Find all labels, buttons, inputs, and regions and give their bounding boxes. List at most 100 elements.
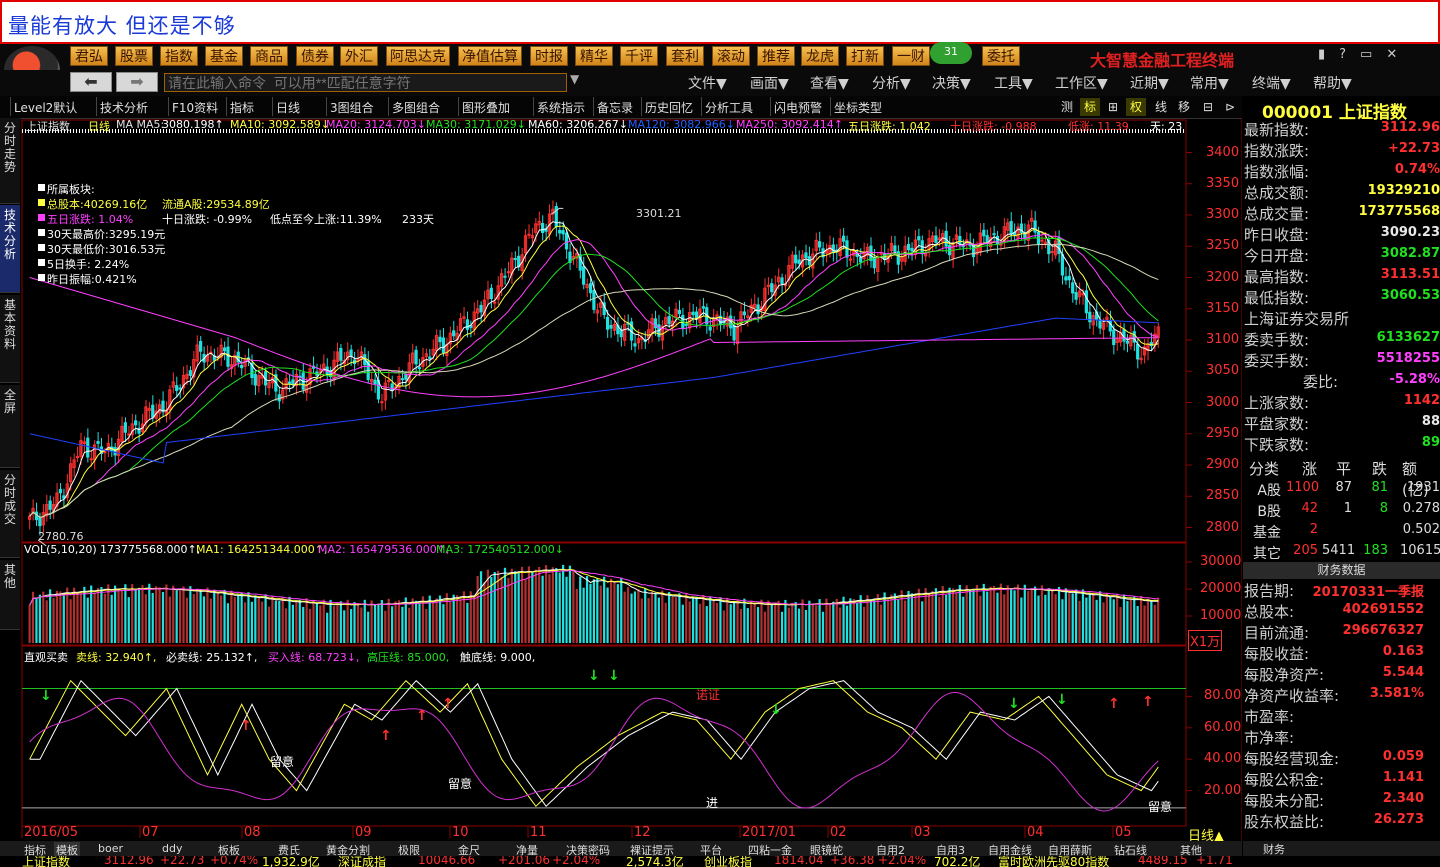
candle bbox=[349, 349, 353, 357]
menu-item[interactable]: 工具▼ bbox=[994, 73, 1033, 93]
command-dropdown-icon[interactable]: ▼ bbox=[570, 72, 579, 86]
chart-tool-button[interactable]: F10资料 bbox=[172, 99, 218, 116]
chart-tool-button[interactable]: 多图组合 bbox=[392, 99, 440, 116]
volume-unit-label[interactable]: X1万 bbox=[1188, 630, 1223, 651]
chart-mode-button[interactable]: ⊞ bbox=[1103, 98, 1123, 116]
volume-bar bbox=[904, 600, 907, 643]
ticker-item[interactable]: 上证指数 bbox=[22, 856, 70, 867]
market-button[interactable]: 一财 bbox=[892, 46, 930, 66]
volume-bar bbox=[1040, 585, 1044, 643]
ticker-item[interactable]: +0.74% bbox=[210, 856, 258, 867]
market-button[interactable]: 时报 bbox=[530, 46, 568, 66]
market-button[interactable]: 净值估算 bbox=[458, 46, 522, 66]
chart-mode-button[interactable]: 标 bbox=[1080, 98, 1100, 116]
ticker-item[interactable]: 1814.04 bbox=[774, 856, 824, 867]
table-cell: 87 bbox=[1335, 480, 1352, 495]
ticker-item[interactable]: 富时欧洲先驱80指数 bbox=[998, 856, 1109, 867]
menu-item[interactable]: 分析▼ bbox=[872, 73, 911, 93]
volume-bar bbox=[284, 608, 288, 643]
menu-item[interactable]: 文件▼ bbox=[688, 73, 727, 93]
menu-item[interactable]: 近期▼ bbox=[1130, 73, 1169, 93]
menu-item[interactable]: 帮助▼ bbox=[1313, 73, 1352, 93]
ticker-item[interactable]: +1.71 bbox=[1196, 856, 1233, 867]
window-controls[interactable]: ▮?▭✕ bbox=[1318, 47, 1411, 62]
forward-arrow-icon[interactable]: ➡ bbox=[116, 72, 158, 92]
ticker-item[interactable]: 2,574.3亿 bbox=[626, 856, 684, 867]
market-button[interactable]: 委托 bbox=[982, 46, 1020, 66]
ticker-item[interactable]: 1,932.9亿 bbox=[262, 856, 320, 867]
menu-item[interactable]: 查看▼ bbox=[810, 73, 849, 93]
market-button[interactable]: 套利 bbox=[666, 46, 704, 66]
quote-row: 最低指数: 3060.53 bbox=[1243, 287, 1440, 308]
chart-tool-button[interactable]: 坐标类型 bbox=[834, 99, 882, 116]
volume-bar bbox=[538, 566, 541, 643]
candle bbox=[708, 326, 712, 331]
volume-bar bbox=[349, 609, 353, 643]
market-button[interactable]: 滚动 bbox=[712, 46, 750, 66]
back-arrow-icon[interactable]: ⬅ bbox=[70, 72, 112, 92]
candle bbox=[605, 316, 610, 330]
chart-tool-button[interactable]: 备忘录 bbox=[597, 99, 633, 116]
chart-mode-button[interactable]: 移 bbox=[1174, 98, 1194, 116]
ticker-item[interactable]: +36.38 bbox=[830, 856, 874, 867]
indicator-tab[interactable]: ddy bbox=[162, 842, 182, 855]
market-button[interactable]: 打新 bbox=[846, 46, 884, 66]
menu-item[interactable]: 工作区▼ bbox=[1055, 73, 1108, 93]
market-button[interactable]: 君弘 bbox=[70, 46, 108, 66]
financial-data-title[interactable]: 财务数据 bbox=[1243, 562, 1440, 579]
menu-item[interactable]: 画面▼ bbox=[750, 73, 789, 93]
notification-badge[interactable]: 31 bbox=[930, 42, 972, 64]
command-input[interactable] bbox=[164, 73, 567, 92]
chart-tool-button[interactable]: 日线 bbox=[276, 99, 300, 116]
market-button[interactable]: 基金 bbox=[205, 46, 243, 66]
volume-bar bbox=[1033, 586, 1037, 643]
right-bottom-tab[interactable]: 财务 bbox=[1263, 841, 1285, 857]
ticker-item[interactable]: 702.2亿 bbox=[934, 856, 980, 867]
ticker-item[interactable]: +2.04% bbox=[552, 856, 600, 867]
ticker-item[interactable]: +201.06 bbox=[498, 856, 550, 867]
chart-tool-button[interactable]: 指标 bbox=[230, 99, 254, 116]
market-button[interactable]: 外汇 bbox=[340, 46, 378, 66]
toolbar-divider bbox=[641, 97, 642, 116]
market-button[interactable]: 阿思达克 bbox=[386, 46, 450, 66]
chart-tool-button[interactable]: 分析工具 bbox=[705, 99, 753, 116]
chart-tool-button[interactable]: 系统指示 bbox=[537, 99, 585, 116]
menu-item[interactable]: 常用▼ bbox=[1190, 73, 1229, 93]
market-button[interactable]: 精华 bbox=[575, 46, 613, 66]
ticker-item[interactable]: +22.73 bbox=[160, 856, 204, 867]
chart-tool-button[interactable]: 历史回忆 bbox=[645, 99, 693, 116]
market-button[interactable]: 指数 bbox=[160, 46, 198, 66]
chart-tool-button[interactable]: 图形叠加 bbox=[462, 99, 510, 116]
date-axis-label: 03 bbox=[914, 825, 931, 840]
menu-item[interactable]: 决策▼ bbox=[932, 73, 971, 93]
ticker-item[interactable]: 3112.96 bbox=[104, 856, 154, 867]
ticker-item[interactable]: 4489.15 bbox=[1138, 856, 1188, 867]
chart-tool-button[interactable]: Level2默认 bbox=[14, 99, 77, 116]
market-button[interactable]: 商品 bbox=[250, 46, 288, 66]
ticker-item[interactable]: 创业板指 bbox=[704, 856, 752, 867]
market-button[interactable]: 推荐 bbox=[757, 46, 795, 66]
market-button[interactable]: 股票 bbox=[115, 46, 153, 66]
chart-tool-button[interactable]: 3图组合 bbox=[330, 99, 374, 116]
ticker-item[interactable]: 10046.66 bbox=[418, 856, 475, 867]
chart-mode-button[interactable]: 线 bbox=[1151, 98, 1171, 116]
panel-collapse-icon[interactable]: ⊳ bbox=[1220, 98, 1240, 116]
ticker-item[interactable]: +2.04% bbox=[878, 856, 926, 867]
legend-square-icon bbox=[38, 184, 45, 191]
chart-tool-button[interactable]: 技术分析 bbox=[100, 99, 148, 116]
menu-item[interactable]: 终端▼ bbox=[1252, 73, 1291, 93]
indicator-tab[interactable]: boer bbox=[98, 842, 123, 855]
price-axis-label: 3050 bbox=[1206, 363, 1240, 379]
volume-bar bbox=[59, 591, 62, 643]
market-button[interactable]: 千评 bbox=[620, 46, 658, 66]
candle bbox=[506, 271, 511, 274]
market-button[interactable]: 债券 bbox=[296, 46, 334, 66]
chart-mode-button[interactable]: 权 bbox=[1126, 98, 1146, 116]
market-button[interactable]: 龙虎 bbox=[801, 46, 839, 66]
chart-tool-button[interactable]: 闪电预警 bbox=[774, 99, 822, 116]
panel-toggle-icon[interactable]: ⊟ bbox=[1198, 98, 1218, 116]
volume-bar bbox=[391, 606, 394, 643]
ticker-item[interactable]: 深证成指 bbox=[338, 856, 386, 867]
chart-mode-button[interactable]: 测 bbox=[1057, 98, 1077, 116]
toolbar-divider bbox=[593, 97, 594, 116]
